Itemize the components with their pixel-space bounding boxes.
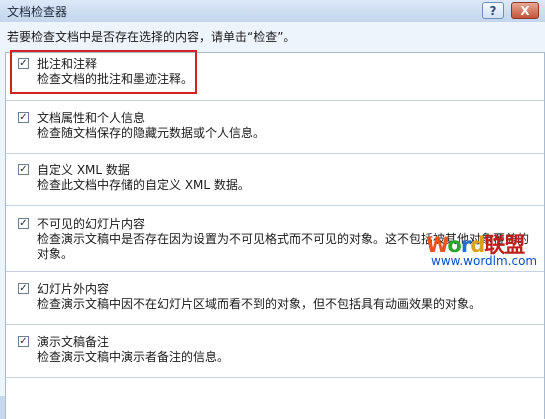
option-label: 不可见的幻灯片内容 <box>37 217 146 231</box>
option-description: 检查演示文稿中因不在幻灯片区域而看不到的对象，但不包括具有动画效果的对象。 <box>37 297 482 311</box>
custom-xml-checkbox[interactable]: ✓ <box>18 164 29 175</box>
title-bar: 文档检查器 ? X <box>0 0 545 23</box>
divider <box>6 324 544 325</box>
document-properties-checkbox[interactable]: ✓ <box>18 112 29 123</box>
instruction-text: 若要检查文档中是否存在选择的内容，请单击“检查”。 <box>7 30 296 44</box>
presentation-notes-checkbox[interactable]: ✓ <box>18 336 29 347</box>
option-description: 检查演示文稿中演示者备注的信息。 <box>37 350 230 364</box>
divider <box>6 271 544 272</box>
option-label: 自定义 XML 数据 <box>37 163 130 177</box>
help-button[interactable]: ? <box>482 2 504 19</box>
option-label: 演示文稿备注 <box>37 335 110 349</box>
divider <box>6 377 544 378</box>
close-button[interactable]: X <box>511 2 539 19</box>
option-label: 幻灯片外内容 <box>37 282 110 296</box>
invisible-content-checkbox[interactable]: ✓ <box>18 218 29 229</box>
option-description: 检查随文档保存的隐藏元数据或个人信息。 <box>37 126 266 140</box>
option-description: 检查此文档中存储的自定义 XML 数据。 <box>37 178 250 192</box>
divider <box>6 205 544 206</box>
watermark-url: www.wordlm.com <box>431 254 538 268</box>
divider <box>6 153 544 154</box>
site-watermark: Word联盟 www.wordlm.com <box>426 229 538 269</box>
divider <box>6 100 544 101</box>
highlight-box <box>10 50 197 94</box>
offslide-content-checkbox[interactable]: ✓ <box>18 283 29 294</box>
option-label: 文档属性和个人信息 <box>37 111 146 125</box>
window-title: 文档检查器 <box>7 5 68 19</box>
